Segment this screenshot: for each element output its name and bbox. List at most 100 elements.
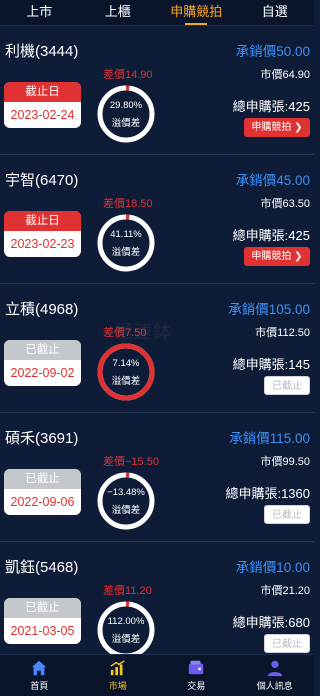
price-diff-value: 14.90 xyxy=(125,69,153,81)
bottom-nav: 首頁 市場 交易 個人訊息 xyxy=(0,654,314,696)
deadline-date: 2023-02-23 xyxy=(10,237,75,251)
total-value: 680 xyxy=(288,615,310,630)
premium-caption: 溢價差 xyxy=(111,634,141,645)
premium-ring-track xyxy=(97,472,155,530)
top-tab-bar: 上市 上櫃 申購競拍 自選 xyxy=(0,0,314,26)
price-diff: 差價18.50 xyxy=(103,195,153,211)
deadline-badge: 截止日 2023-02-23 xyxy=(4,211,81,257)
premium-value: −13.48% xyxy=(107,487,145,498)
market-label: 市價 xyxy=(260,198,283,210)
underwrite-price: 承銷價10.00 xyxy=(236,556,310,576)
total-label: 總申購張: xyxy=(232,357,289,372)
premium-caption: 溢價差 xyxy=(111,118,141,129)
deadline-badge: 已截止 2021-03-05 xyxy=(4,598,81,644)
market-label: 市價 xyxy=(260,456,283,468)
nav-market-label: 市場 xyxy=(108,681,127,691)
premium-ring: 29.80% 溢價差 xyxy=(96,84,156,144)
deadline-status: 已截止 xyxy=(4,598,81,618)
market-price: 市價63.50 xyxy=(260,195,310,211)
total-value: 425 xyxy=(288,99,310,114)
underwrite-label: 承銷價 xyxy=(235,173,277,188)
deadline-status: 截止日 xyxy=(4,211,81,231)
home-icon xyxy=(32,660,47,676)
deadline-status: 截止日 xyxy=(4,82,81,102)
tab-listed[interactable]: 上市 xyxy=(0,0,79,25)
subscribe-auction-button[interactable]: 申購競拍 ❯ xyxy=(244,247,310,266)
premium-ring-track xyxy=(97,601,155,654)
deadline-badge: 已截止 2022-09-02 xyxy=(4,340,81,386)
stock-name: 立積(4968) xyxy=(5,301,79,318)
closed-button[interactable]: 已截止 xyxy=(264,634,310,653)
price-diff: 差價14.90 xyxy=(103,66,153,82)
closed-button[interactable]: 已截止 xyxy=(264,505,310,524)
premium-value: 112.00% xyxy=(107,616,145,627)
tab-subscription-auction[interactable]: 申購競拍 xyxy=(157,0,236,25)
nav-profile[interactable]: 個人訊息 xyxy=(236,655,315,696)
premium-value: 7.14% xyxy=(112,358,140,369)
premium-ring-chart xyxy=(97,472,155,530)
market-label: 市價 xyxy=(260,585,283,597)
market-value: 99.50 xyxy=(282,456,310,468)
price-diff-value: 11.20 xyxy=(125,585,152,597)
total-value: 145 xyxy=(288,357,310,372)
underwrite-label: 承銷價 xyxy=(235,44,277,59)
premium-ring-chart xyxy=(97,85,155,143)
market-label: 市價 xyxy=(255,327,278,339)
market-value: 64.90 xyxy=(282,69,310,81)
premium-value: 41.11% xyxy=(110,229,142,240)
nav-home[interactable]: 首頁 xyxy=(0,655,79,696)
closed-button[interactable]: 已截止 xyxy=(264,376,310,395)
underwrite-label: 承銷價 xyxy=(228,302,269,317)
subscribe-auction-button[interactable]: 申購競拍 ❯ xyxy=(244,118,310,137)
deadline-date: 2021-03-05 xyxy=(10,624,75,638)
total-subscribed: 總申購張:425 xyxy=(233,96,310,115)
premium-ring-chart xyxy=(97,214,155,272)
underwrite-price: 承銷價50.00 xyxy=(236,40,310,60)
market-price: 市價99.50 xyxy=(260,453,310,469)
nav-profile-label: 個人訊息 xyxy=(256,681,293,691)
stock-card[interactable]: 碩禾(3691) 已截止 2022-09-06 差價−15.50 −13.48%… xyxy=(0,413,314,542)
deadline-date: 2022-09-02 xyxy=(10,366,75,380)
underwrite-value: 115.00 xyxy=(269,431,310,446)
deadline-status: 已截止 xyxy=(4,469,81,489)
price-diff-label: 差價 xyxy=(103,198,125,210)
stock-card[interactable]: 凱鈺(5468) 已截止 2021-03-05 差價11.20 112.00% … xyxy=(0,542,314,654)
deadline-badge: 截止日 2023-02-24 xyxy=(4,82,81,128)
deadline-status: 已截止 xyxy=(4,340,81,360)
underwrite-value: 50.00 xyxy=(276,44,310,59)
underwrite-value: 10.00 xyxy=(276,560,310,575)
stock-name: 碩禾(3691) xyxy=(5,430,79,447)
stock-card[interactable]: 利機(3444) 截止日 2023-02-24 差價14.90 29.80% 溢… xyxy=(0,26,314,155)
premium-ring-track xyxy=(97,85,155,143)
premium-caption: 溢價差 xyxy=(111,376,141,387)
market-price: 市價21.20 xyxy=(260,582,310,598)
user-icon xyxy=(267,660,282,677)
market-value: 21.20 xyxy=(282,585,310,597)
stock-card[interactable]: 立積(4968) 已截止 2022-09-02 差價7.50 7.14% 溢價差… xyxy=(0,284,314,413)
premium-caption: 溢價差 xyxy=(111,247,141,258)
underwrite-label: 承銷價 xyxy=(229,431,270,446)
stock-name: 利機(3444) xyxy=(5,43,79,60)
price-diff-label: 差價 xyxy=(103,69,125,81)
premium-ring: 41.11% 溢價差 xyxy=(96,213,156,273)
stock-card[interactable]: 宇智(6470) 截止日 2023-02-23 差價18.50 41.11% 溢… xyxy=(0,155,314,284)
premium-value: 29.80% xyxy=(109,100,143,111)
total-label: 總申購張: xyxy=(225,486,282,501)
nav-trade[interactable]: 交易 xyxy=(157,655,236,696)
tab-otc[interactable]: 上櫃 xyxy=(79,0,158,25)
underwrite-price: 承銷價115.00 xyxy=(229,427,310,447)
nav-market[interactable]: 市場 xyxy=(79,655,158,696)
chart-icon xyxy=(110,660,125,676)
tab-watchlist[interactable]: 自選 xyxy=(236,0,315,25)
underwrite-price: 承銷價45.00 xyxy=(236,169,310,189)
market-price: 市價112.50 xyxy=(255,324,310,340)
price-diff-value: 18.50 xyxy=(125,198,153,210)
deadline-badge: 已截止 2022-09-06 xyxy=(4,469,81,515)
price-diff-label: 差價 xyxy=(103,585,125,597)
underwrite-value: 105.00 xyxy=(268,302,310,317)
price-diff: 差價−15.50 xyxy=(103,453,159,469)
total-value: 425 xyxy=(288,228,310,243)
total-subscribed: 總申購張:425 xyxy=(233,225,310,244)
watermark: 極速鉢 xyxy=(115,322,172,342)
underwrite-value: 45.00 xyxy=(276,173,310,188)
